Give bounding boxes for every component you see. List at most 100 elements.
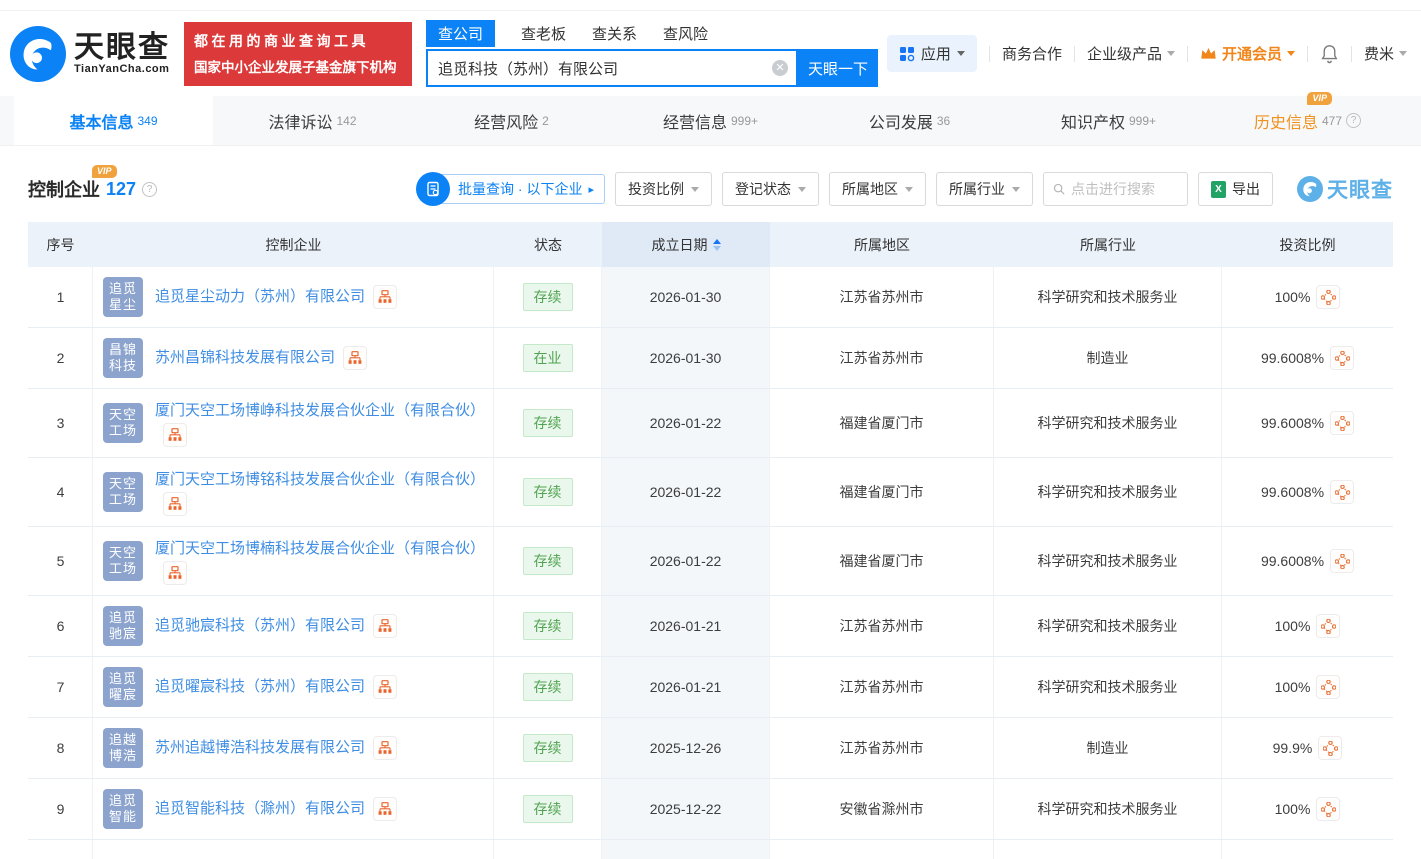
company-avatar[interactable]: 昌锦 科技: [103, 338, 143, 378]
cell-established-date: 2026-01-21: [602, 657, 770, 717]
equity-structure-icon[interactable]: [163, 423, 187, 447]
company-avatar[interactable]: 天空 工场: [103, 403, 143, 443]
cell-region: 江苏省苏州市: [770, 328, 994, 388]
help-icon[interactable]: ?: [1346, 113, 1361, 128]
nav-user-menu[interactable]: 费米: [1364, 43, 1407, 64]
export-button[interactable]: X 导出: [1198, 172, 1273, 206]
company-name-link[interactable]: 追觅曜宸科技（苏州）有限公司: [155, 678, 365, 695]
equity-structure-icon[interactable]: [343, 346, 367, 370]
equity-penetration-icon[interactable]: [1316, 797, 1340, 821]
sort-icon[interactable]: [713, 239, 721, 251]
cell-region: 福建省厦门市: [770, 527, 994, 595]
chevron-down-icon: [691, 187, 699, 192]
tab-legal-litigation[interactable]: 法律诉讼 142: [213, 96, 412, 145]
nav-open-vip[interactable]: 开通会员: [1200, 43, 1295, 64]
clear-search-icon[interactable]: ✕: [772, 60, 788, 76]
filter-industry[interactable]: 所属行业: [936, 172, 1033, 206]
nav-open-vip-label: 开通会员: [1222, 43, 1282, 64]
equity-structure-icon[interactable]: [163, 492, 187, 516]
company-name-link[interactable]: 厦门天空工场博峥科技发展合伙企业（有限合伙）: [155, 402, 485, 419]
search-tab-risk[interactable]: 查风险: [663, 20, 708, 47]
batch-query-button[interactable]: 批量查询 · 以下企业 ▸: [432, 174, 605, 204]
avatar-line1: 天空: [109, 407, 137, 423]
nav-enterprise[interactable]: 企业级产品: [1087, 43, 1175, 64]
company-name-link[interactable]: 厦门天空工场博楠科技发展合伙企业（有限合伙）: [155, 540, 485, 557]
company-name-link[interactable]: 追觅智能科技（滁州）有限公司: [155, 800, 365, 817]
equity-penetration-icon[interactable]: [1318, 736, 1342, 760]
equity-structure-icon[interactable]: [373, 614, 397, 638]
equity-structure-icon[interactable]: [373, 285, 397, 309]
equity-structure-icon[interactable]: [373, 797, 397, 821]
company-name-link[interactable]: 苏州追越博浩科技发展有限公司: [155, 739, 365, 756]
company-avatar[interactable]: 追越 博浩: [103, 728, 143, 768]
equity-structure-icon[interactable]: [373, 736, 397, 760]
equity-penetration-icon[interactable]: [1316, 285, 1340, 309]
table-header-row: 序号 控制企业 状态 成立日期 所属地区 所属行业 投资比例: [28, 222, 1393, 267]
equity-penetration-icon[interactable]: [1316, 614, 1340, 638]
arrow-right-icon: ▸: [588, 183, 594, 196]
section-title: 控制企业: [28, 176, 100, 202]
logo-text: 天眼查 TianYanCha.com: [74, 33, 170, 75]
search-tab-company[interactable]: 查公司: [426, 20, 495, 47]
notification-bell-icon[interactable]: [1320, 44, 1339, 64]
equity-penetration-icon[interactable]: [1330, 346, 1354, 370]
equity-penetration-icon[interactable]: [1330, 549, 1354, 573]
equity-structure-icon[interactable]: [163, 561, 187, 585]
avatar-line2: 星尘: [109, 297, 137, 313]
equity-penetration-icon[interactable]: [1316, 675, 1340, 699]
company-avatar[interactable]: 追觅 曜宸: [103, 667, 143, 707]
status-badge: 存续: [523, 478, 573, 506]
apps-grid-icon: [899, 46, 915, 62]
chevron-down-icon: [1167, 51, 1175, 56]
cell-region: 江苏省苏州市: [770, 596, 994, 656]
filter-registration-status[interactable]: 登记状态: [722, 172, 819, 206]
column-header-established-date[interactable]: 成立日期: [602, 222, 770, 267]
cell-date: [602, 840, 770, 859]
tab-operation-risk[interactable]: 经营风险 2: [412, 96, 611, 145]
cell-company: 天空 工场 厦门天空工场博峥科技发展合伙企业（有限合伙）: [93, 389, 494, 457]
slogan-line1: 都在用的商业查询工具: [194, 31, 402, 51]
ratio-value: 99.6008%: [1261, 484, 1324, 500]
tab-business-info[interactable]: 经营信息 999+: [611, 96, 810, 145]
table-search-input[interactable]: [1071, 181, 1178, 197]
search-button[interactable]: 天眼一下: [798, 49, 878, 87]
status-badge: 存续: [523, 612, 573, 640]
company-name-link[interactable]: 追觅星尘动力（苏州）有限公司: [155, 288, 365, 305]
company-avatar[interactable]: 追觅 驰宸: [103, 606, 143, 646]
tab-count: 36: [937, 114, 950, 128]
company-name-link[interactable]: 追觅驰宸科技（苏州）有限公司: [155, 617, 365, 634]
cell-region: [770, 840, 994, 859]
avatar-line2: 驰宸: [109, 626, 137, 642]
nav-cooperation[interactable]: 商务合作: [1002, 43, 1062, 64]
tab-intellectual-property[interactable]: 知识产权 999+: [1009, 96, 1208, 145]
chevron-down-icon: [905, 187, 913, 192]
tianyancha-logo-icon: [10, 26, 66, 82]
nav-apps[interactable]: 应用: [887, 35, 977, 72]
help-icon[interactable]: ?: [142, 182, 157, 197]
table-row: 9 追觅 智能 追觅智能科技（滁州）有限公司 存续 2025-12-22 安徽省…: [28, 779, 1393, 840]
company-avatar[interactable]: 追觅 星尘: [103, 277, 143, 317]
filter-region[interactable]: 所属地区: [829, 172, 926, 206]
company-name-link[interactable]: 厦门天空工场博铭科技发展合伙企业（有限合伙）: [155, 471, 485, 488]
equity-structure-icon[interactable]: [373, 675, 397, 699]
search-tab-relation[interactable]: 查关系: [592, 20, 637, 47]
search-input[interactable]: [438, 60, 772, 77]
company-name-link[interactable]: 苏州昌锦科技发展有限公司: [155, 349, 335, 366]
cell-status: [494, 840, 602, 859]
company-avatar[interactable]: 天空 工场: [103, 541, 143, 581]
equity-penetration-icon[interactable]: [1330, 480, 1354, 504]
filter-investment-ratio[interactable]: 投资比例: [615, 172, 712, 206]
search-tab-boss[interactable]: 查老板: [521, 20, 566, 47]
cell-investment-ratio: 99.6008%: [1222, 328, 1393, 388]
tab-basic-info[interactable]: 基本信息 349: [14, 96, 213, 145]
ratio-value: 100%: [1275, 679, 1311, 695]
cell-industry: 科学研究和技术服务业: [994, 458, 1222, 526]
tianyancha-logo[interactable]: 天眼查 TianYanCha.com: [10, 26, 170, 82]
avatar-line2: 智能: [109, 809, 137, 825]
tab-history-info[interactable]: VIP 历史信息 477 ?: [1208, 96, 1407, 145]
tab-company-development[interactable]: 公司发展 36: [810, 96, 1009, 145]
cell-industry: 科学研究和技术服务业: [994, 596, 1222, 656]
equity-penetration-icon[interactable]: [1330, 411, 1354, 435]
company-avatar[interactable]: 追觅 智能: [103, 789, 143, 829]
company-avatar[interactable]: 天空 工场: [103, 472, 143, 512]
